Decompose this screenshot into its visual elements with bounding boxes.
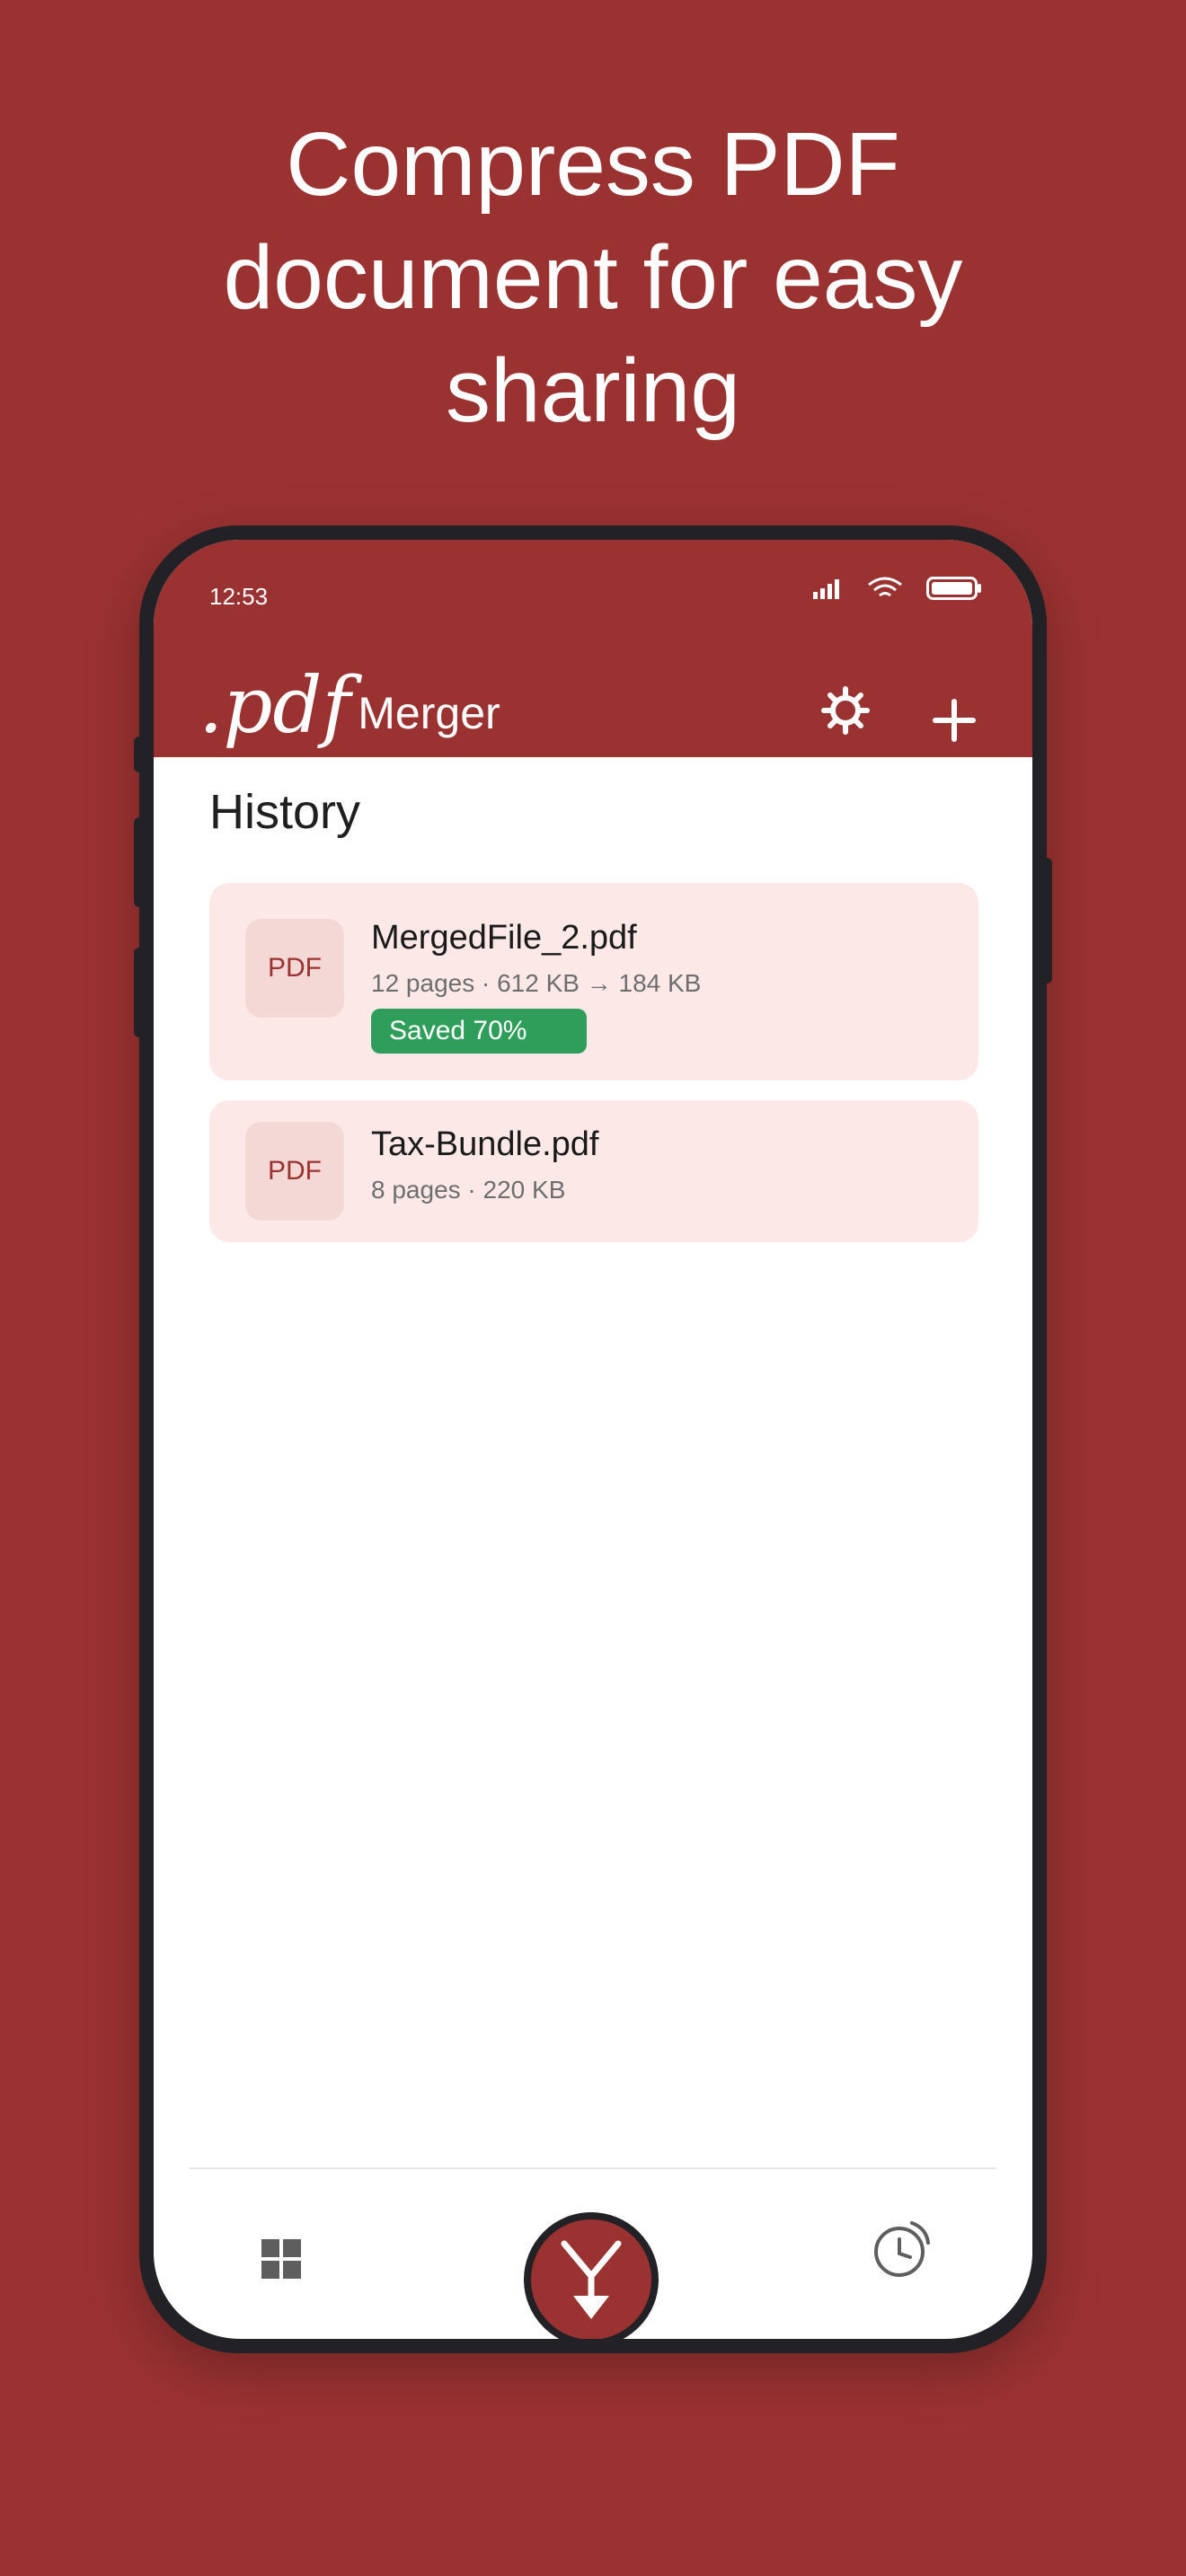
status-time: 12:53: [209, 583, 269, 610]
signal-icon: [813, 579, 839, 599]
phone-button-power: [1041, 858, 1052, 984]
app-logo-pdf: .pdf: [199, 661, 351, 751]
saved-badge: Saved 70%: [371, 1009, 587, 1054]
phone-button-volume-up: [134, 817, 145, 907]
add-file-button[interactable]: [932, 698, 977, 743]
merge-button[interactable]: [524, 2212, 659, 2339]
bottom-nav-divider: [190, 2167, 996, 2169]
merge-icon: [561, 2240, 622, 2319]
app-bar: 12:53 .pdf Merger: [154, 540, 1032, 757]
grid-icon[interactable]: [261, 2239, 301, 2279]
headline-line-2: document for easy: [223, 227, 963, 328]
status-icons: [813, 576, 982, 601]
app-logo-name: Merger: [358, 688, 500, 738]
wifi-icon: [868, 577, 902, 597]
file-name: MergedFile_2.pdf: [371, 919, 637, 957]
file-name: Tax-Bundle.pdf: [371, 1125, 599, 1163]
phone-frame: 12:53 .pdf Merger History PDF MergedFile…: [134, 525, 1052, 2353]
pdf-file-icon: PDF: [245, 1122, 344, 1221]
history-icon[interactable]: [871, 2218, 934, 2280]
gear-icon[interactable]: [819, 684, 872, 737]
history-item[interactable]: PDF Tax-Bundle.pdf 8 pages · 220 KB: [209, 1100, 978, 1242]
headline-line-3: sharing: [446, 340, 740, 441]
file-meta: 8 pages · 220 KB: [371, 1176, 566, 1204]
phone-button-volume-down: [134, 948, 145, 1037]
file-meta: 12 pages · 612 KB → 184 KB: [371, 969, 702, 997]
app-logo: .pdf Merger: [199, 667, 500, 745]
battery-icon: [926, 577, 981, 600]
history-item[interactable]: PDF MergedFile_2.pdf 12 pages · 612 KB →…: [209, 883, 978, 1081]
headline-line-1: Compress PDF: [286, 114, 900, 215]
headline: Compress PDF document for easy sharing: [0, 108, 1186, 447]
phone-button-mute: [134, 737, 145, 772]
section-title: History: [209, 785, 361, 839]
pdf-file-icon: PDF: [245, 919, 344, 1018]
phone-screen: 12:53 .pdf Merger History PDF MergedFile…: [154, 540, 1032, 2339]
